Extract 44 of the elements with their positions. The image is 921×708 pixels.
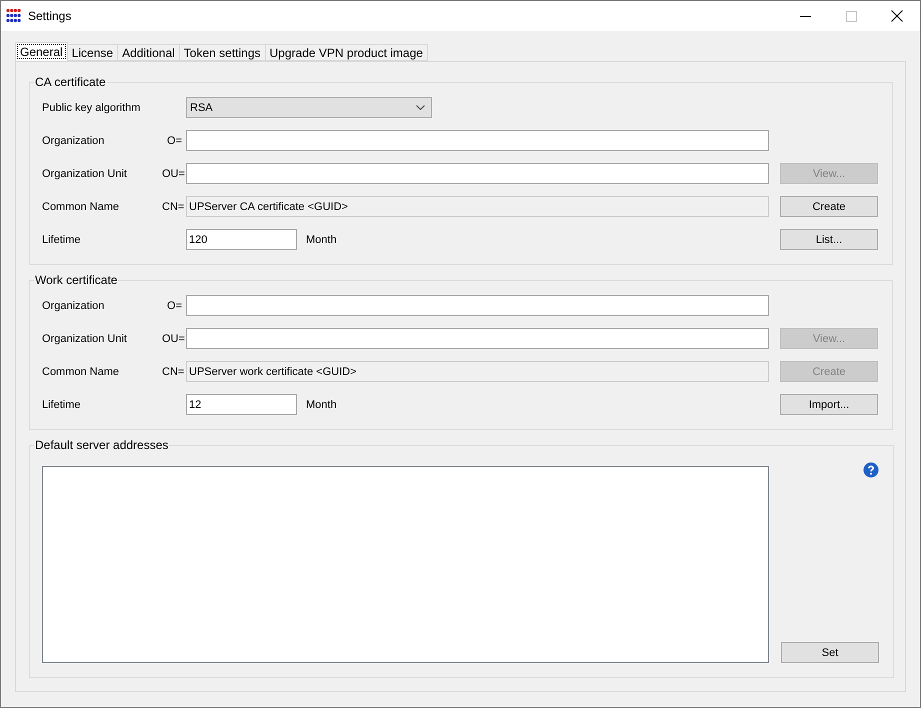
field-label: Organization Unit — [42, 332, 128, 344]
tab[interactable]: Token settings — [178, 44, 266, 61]
tab[interactable]: General — [15, 42, 68, 61]
maximize-icon[interactable] — [846, 10, 856, 22]
text-field[interactable] — [186, 163, 769, 184]
close-icon[interactable] — [891, 10, 903, 22]
text-field[interactable] — [186, 130, 769, 151]
field-prefix: OU= — [162, 332, 182, 344]
group-title: CA certificate — [34, 75, 107, 89]
field-label: Common Name — [42, 366, 120, 378]
tab[interactable]: License — [66, 44, 118, 61]
action-button[interactable]: Create — [780, 196, 878, 217]
window-title: Settings — [28, 9, 72, 23]
text-field[interactable]: UPServer CA certificate <GUID> — [186, 196, 769, 217]
unit-label: Month — [306, 398, 337, 410]
action-button[interactable]: Import... — [780, 394, 878, 415]
field-label: Public key algorithm — [42, 102, 142, 114]
group-title: Default server addresses — [34, 438, 170, 452]
field-prefix: O= — [166, 134, 182, 146]
algorithm-dropdown[interactable]: RSA — [186, 97, 432, 118]
field-prefix: CN= — [162, 200, 182, 212]
field-label: Organization — [42, 134, 106, 146]
group-title: Work certificate — [34, 273, 118, 287]
field-label: Organization — [42, 300, 106, 312]
action-button[interactable]: List... — [780, 229, 878, 250]
help-icon[interactable] — [863, 462, 879, 478]
tab[interactable]: Additional — [117, 44, 180, 61]
lifetime-field[interactable]: 120 — [186, 229, 297, 250]
text-field[interactable]: UPServer work certificate <GUID> — [186, 361, 769, 382]
chevron-down-icon — [416, 105, 425, 110]
tab[interactable]: Upgrade VPN product image — [264, 44, 428, 61]
field-prefix: OU= — [162, 168, 182, 180]
set-button[interactable]: Set — [781, 642, 879, 663]
unit-label: Month — [306, 234, 337, 246]
field-prefix: O= — [166, 300, 182, 312]
field-label: Lifetime — [42, 398, 82, 410]
app-icon — [6, 8, 22, 24]
text-field[interactable] — [186, 295, 769, 316]
field-label: Common Name — [42, 200, 120, 212]
text-field[interactable] — [186, 328, 769, 349]
field-prefix: CN= — [162, 366, 182, 378]
field-label: Lifetime — [42, 234, 82, 246]
lifetime-field[interactable]: 12 — [186, 394, 297, 415]
field-label: Organization Unit — [42, 168, 128, 180]
